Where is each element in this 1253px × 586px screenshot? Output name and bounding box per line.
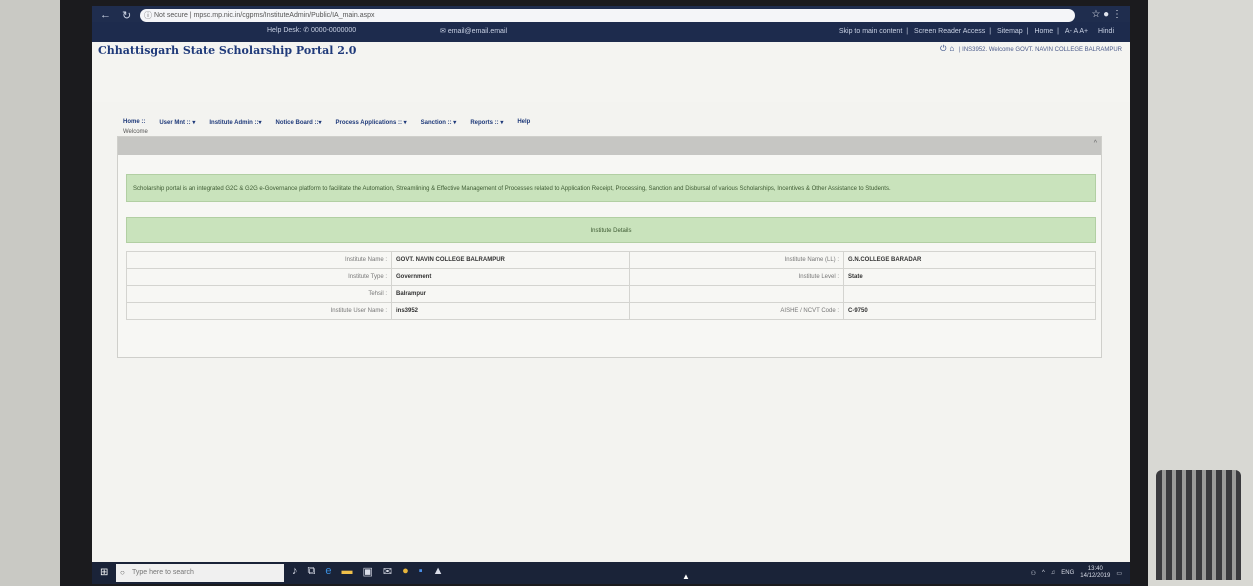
photos-icon[interactable]: ▲: [433, 565, 444, 578]
utility-strip: Help Desk: ✆ 0000-0000000 ✉ email@email.…: [92, 22, 1130, 42]
home-icon[interactable]: ⌂: [949, 44, 954, 53]
address-bar[interactable]: ⓘ Not secure | mpsc.mp.nic.in/cgpms/Inst…: [140, 9, 1075, 22]
security-label: Not secure: [154, 12, 188, 19]
menu-user-mnt[interactable]: User Mnt :: ▾: [159, 119, 195, 126]
language-indicator[interactable]: ENG: [1061, 570, 1074, 576]
tehsil-value: Balrampur: [391, 285, 630, 303]
table-row: Tehsil : Balrampur: [126, 285, 1096, 303]
user-value: ins3952: [391, 302, 630, 320]
portal-title: Chhattisgarh State Scholarship Portal 2.…: [98, 44, 357, 57]
volume-icon[interactable]: ♫: [1051, 570, 1056, 576]
menu-home[interactable]: Home ::: [123, 119, 145, 125]
browser-menu-icon[interactable]: ☆ ● ⋮: [1091, 9, 1122, 20]
type-label: Institute Type :: [126, 268, 392, 286]
mic-icon[interactable]: ♪: [292, 565, 298, 578]
app-icon[interactable]: ▪: [419, 565, 423, 578]
system-tray: ⚇ ^ ♫ ENG 13:40 14/12/2019 ▭: [1031, 566, 1122, 580]
aishe-value: C-9750: [843, 302, 1096, 320]
name-ll-value: G.N.COLLEGE BARADAR: [843, 251, 1096, 269]
explorer-icon[interactable]: ▬: [341, 565, 352, 578]
url-text: mpsc.mp.nic.in/cgpms/InstituteAdmin/Publ…: [193, 12, 375, 19]
chevron-up-icon[interactable]: ^: [1042, 570, 1045, 576]
taskbar: ⊞ ○ Type here to search ♪ ⧉ e ▬ ▣ ✉ ● ▪ …: [92, 562, 1130, 584]
clock[interactable]: 13:40 14/12/2019: [1080, 566, 1110, 580]
taskbar-apps: ♪ ⧉ e ▬ ▣ ✉ ● ▪ ▲: [292, 565, 444, 578]
name-label: Institute Name :: [126, 251, 392, 269]
menu-sanction[interactable]: Sanction :: ▾: [421, 119, 457, 126]
reload-icon[interactable]: ↻: [122, 9, 131, 22]
menu-help[interactable]: Help: [517, 119, 530, 125]
level-value: State: [843, 268, 1096, 286]
skip-link[interactable]: Skip to main content: [839, 28, 902, 35]
menu-reports[interactable]: Reports :: ▾: [470, 119, 503, 126]
email-text: email@email.email: [447, 28, 508, 35]
screen: ← ↻ ⓘ Not secure | mpsc.mp.nic.in/cgpms/…: [92, 6, 1130, 584]
mail-icon: ✉: [440, 28, 446, 35]
tehsil-label: Tehsil :: [126, 285, 392, 303]
name-ll-label: Institute Name (LL) :: [629, 251, 844, 269]
background-wall-left: [0, 0, 60, 586]
clock-time: 13:40: [1087, 566, 1103, 572]
table-row: Institute Name : GOVT. NAVIN COLLEGE BAL…: [126, 251, 1096, 269]
background-device: [1156, 470, 1241, 580]
content-panel: ^ Scholarship portal is an integrated G2…: [117, 136, 1102, 358]
windows-start-icon[interactable]: ⊞: [100, 567, 108, 578]
helpdesk-phone: 0000-0000000: [311, 27, 357, 34]
empty-cell: [843, 285, 1096, 303]
power-icon[interactable]: ⏻: [940, 44, 946, 53]
info-icon[interactable]: ⓘ: [144, 9, 152, 22]
email-contact: ✉ email@email.email: [440, 27, 507, 35]
welcome-user: ⏻ ⌂ | INS3952. Welcome GOVT. NAVIN COLLEG…: [940, 44, 1122, 54]
user-label: Institute User Name :: [126, 302, 392, 320]
main-menu: Home :: User Mnt :: ▾ Institute Admin ::…: [117, 115, 1102, 129]
empty-cell: [629, 285, 844, 303]
menu-institute-admin[interactable]: Institute Admin ::▾: [209, 119, 261, 126]
task-view-icon[interactable]: ⧉: [308, 565, 316, 578]
aishe-label: AISHE / NCVT Code :: [629, 302, 844, 320]
chrome-icon[interactable]: ●: [402, 565, 409, 578]
utility-links: Skip to main content | Screen Reader Acce…: [838, 28, 1114, 35]
type-value: Government: [391, 268, 630, 286]
panel-header: ^: [118, 137, 1101, 155]
search-placeholder: Type here to search: [132, 569, 194, 576]
hindi-link[interactable]: Hindi: [1098, 28, 1114, 35]
edge-icon[interactable]: e: [325, 565, 331, 578]
menu-notice-board[interactable]: Notice Board ::▾: [275, 119, 321, 126]
clock-date: 14/12/2019: [1080, 573, 1111, 579]
store-icon[interactable]: ▣: [362, 565, 372, 578]
info-banner: Scholarship portal is an integrated G2C …: [126, 174, 1096, 202]
screen-reader-link[interactable]: Screen Reader Access: [914, 28, 985, 35]
helpdesk-label: Help Desk: [267, 27, 300, 34]
welcome-text: | INS3952. Welcome GOVT. NAVIN COLLEGE B…: [958, 47, 1122, 53]
menu-process-applications[interactable]: Process Applications :: ▾: [336, 119, 407, 126]
phone-icon: ✆: [303, 27, 310, 34]
mouse-cursor-icon: ▲: [682, 572, 690, 581]
level-label: Institute Level :: [629, 268, 844, 286]
home-link[interactable]: Home: [1034, 28, 1053, 35]
details-title: Institute Details: [126, 217, 1096, 243]
table-row: Institute User Name : ins3952 AISHE / NC…: [126, 302, 1096, 320]
table-row: Institute Type : Government Institute Le…: [126, 268, 1096, 286]
mail-app-icon[interactable]: ✉: [383, 565, 392, 578]
font-size-links[interactable]: A- A A+: [1065, 28, 1088, 35]
name-value: GOVT. NAVIN COLLEGE BALRAMPUR: [391, 251, 630, 269]
search-icon: ○: [120, 568, 125, 577]
back-arrow-icon[interactable]: ←: [100, 9, 111, 21]
notification-icon[interactable]: ▭: [1116, 570, 1122, 577]
helpdesk: Help Desk: ✆ 0000-0000000: [267, 27, 357, 34]
taskbar-search[interactable]: ○ Type here to search: [116, 564, 284, 582]
sitemap-link[interactable]: Sitemap: [997, 28, 1023, 35]
collapse-icon[interactable]: ^: [1094, 140, 1097, 147]
institute-details-table: Institute Name : GOVT. NAVIN COLLEGE BAL…: [126, 251, 1096, 320]
people-icon[interactable]: ⚇: [1031, 570, 1036, 577]
